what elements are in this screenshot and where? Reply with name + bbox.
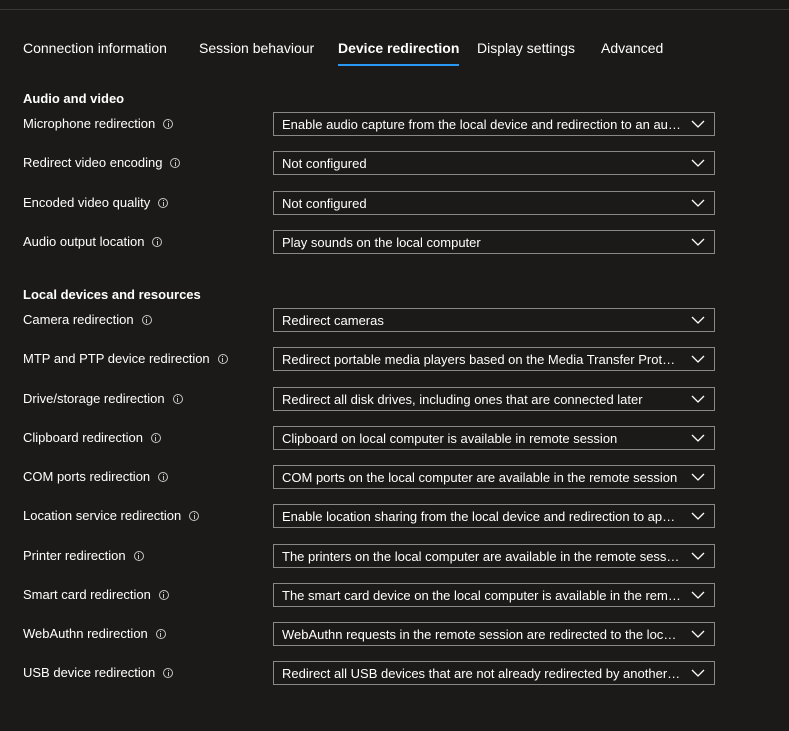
row-encoded-video-quality: Encoded video quality Not configured [0, 191, 789, 215]
tab-connection-information[interactable]: Connection information [23, 40, 167, 56]
usb-device-redirection-dropdown[interactable]: Redirect all USB devices that are not al… [273, 661, 715, 685]
row-smart-card-redirection: Smart card redirection The smart card de… [0, 583, 789, 607]
dropdown-value: WebAuthn requests in the remote session … [282, 627, 682, 642]
info-icon[interactable] [217, 353, 228, 364]
section-title-local-devices: Local devices and resources [23, 287, 201, 302]
tab-advanced[interactable]: Advanced [601, 40, 663, 56]
setting-label: Drive/storage redirection [23, 391, 165, 406]
dropdown-value: Not configured [282, 156, 367, 171]
setting-label: Smart card redirection [23, 587, 151, 602]
chevron-down-icon [691, 473, 705, 481]
info-icon[interactable] [163, 667, 174, 678]
chevron-down-icon [691, 355, 705, 363]
chevron-down-icon [691, 395, 705, 403]
info-icon[interactable] [172, 393, 183, 404]
row-mtp-ptp-redirection: MTP and PTP device redirection Redirect … [0, 347, 789, 371]
row-camera-redirection: Camera redirection Redirect cameras [0, 308, 789, 332]
chevron-down-icon [691, 159, 705, 167]
chevron-down-icon [691, 552, 705, 560]
info-icon[interactable] [141, 314, 152, 325]
encoded-video-quality-dropdown[interactable]: Not configured [273, 191, 715, 215]
smart-card-redirection-dropdown[interactable]: The smart card device on the local compu… [273, 583, 715, 607]
row-redirect-video-encoding: Redirect video encoding Not configured [0, 151, 789, 175]
setting-label: Audio output location [23, 234, 145, 249]
location-service-redirection-dropdown[interactable]: Enable location sharing from the local d… [273, 504, 715, 528]
info-icon[interactable] [189, 510, 200, 521]
info-icon[interactable] [155, 628, 166, 639]
dropdown-value: The smart card device on the local compu… [282, 588, 682, 603]
dropdown-value: Not configured [282, 196, 367, 211]
info-icon[interactable] [150, 432, 161, 443]
section-title-audio-video: Audio and video [23, 91, 125, 106]
top-divider [0, 9, 789, 10]
dropdown-value: Enable location sharing from the local d… [282, 509, 682, 524]
tab-session-behaviour[interactable]: Session behaviour [199, 40, 314, 56]
chevron-down-icon [691, 630, 705, 638]
setting-label: COM ports redirection [23, 469, 151, 484]
setting-label: Redirect video encoding [23, 155, 163, 170]
dropdown-value: Redirect all disk drives, including ones… [282, 392, 643, 407]
dropdown-value: Redirect all USB devices that are not al… [282, 666, 682, 681]
chevron-down-icon [691, 120, 705, 128]
info-icon[interactable] [158, 471, 169, 482]
com-ports-redirection-dropdown[interactable]: COM ports on the local computer are avai… [273, 465, 715, 489]
row-webauthn-redirection: WebAuthn redirection WebAuthn requests i… [0, 622, 789, 646]
redirect-video-encoding-dropdown[interactable]: Not configured [273, 151, 715, 175]
row-com-ports-redirection: COM ports redirection COM ports on the l… [0, 465, 789, 489]
info-icon[interactable] [133, 550, 144, 561]
info-icon[interactable] [163, 118, 174, 129]
dropdown-value: COM ports on the local computer are avai… [282, 470, 678, 485]
setting-label: Printer redirection [23, 548, 126, 563]
row-drive-storage-redirection: Drive/storage redirection Redirect all d… [0, 387, 789, 411]
tab-device-redirection[interactable]: Device redirection [338, 40, 460, 66]
drive-storage-redirection-dropdown[interactable]: Redirect all disk drives, including ones… [273, 387, 715, 411]
setting-label: Camera redirection [23, 312, 134, 327]
clipboard-redirection-dropdown[interactable]: Clipboard on local computer is available… [273, 426, 715, 450]
audio-output-location-dropdown[interactable]: Play sounds on the local computer [273, 230, 715, 254]
info-icon[interactable] [158, 197, 169, 208]
row-printer-redirection: Printer redirection The printers on the … [0, 544, 789, 568]
row-location-service-redirection: Location service redirection Enable loca… [0, 504, 789, 528]
dropdown-value: Play sounds on the local computer [282, 235, 481, 250]
webauthn-redirection-dropdown[interactable]: WebAuthn requests in the remote session … [273, 622, 715, 646]
chevron-down-icon [691, 434, 705, 442]
setting-label: Location service redirection [23, 508, 182, 523]
row-audio-output-location: Audio output location Play sounds on the… [0, 230, 789, 254]
row-microphone-redirection: Microphone redirection Enable audio capt… [0, 112, 789, 136]
setting-label: USB device redirection [23, 665, 156, 680]
mtp-ptp-redirection-dropdown[interactable]: Redirect portable media players based on… [273, 347, 715, 371]
setting-label: Microphone redirection [23, 116, 156, 131]
printer-redirection-dropdown[interactable]: The printers on the local computer are a… [273, 544, 715, 568]
microphone-redirection-dropdown[interactable]: Enable audio capture from the local devi… [273, 112, 715, 136]
row-clipboard-redirection: Clipboard redirection Clipboard on local… [0, 426, 789, 450]
dropdown-value: The printers on the local computer are a… [282, 549, 682, 564]
info-icon[interactable] [158, 589, 169, 600]
chevron-down-icon [691, 669, 705, 677]
camera-redirection-dropdown[interactable]: Redirect cameras [273, 308, 715, 332]
setting-label: WebAuthn redirection [23, 626, 148, 641]
dropdown-value: Redirect cameras [282, 313, 384, 328]
dropdown-value: Redirect portable media players based on… [282, 352, 682, 367]
chevron-down-icon [691, 199, 705, 207]
info-icon[interactable] [152, 236, 163, 247]
chevron-down-icon [691, 591, 705, 599]
chevron-down-icon [691, 512, 705, 520]
chevron-down-icon [691, 316, 705, 324]
info-icon[interactable] [170, 157, 181, 168]
row-usb-device-redirection: USB device redirection Redirect all USB … [0, 661, 789, 685]
tab-display-settings[interactable]: Display settings [477, 40, 575, 56]
dropdown-value: Clipboard on local computer is available… [282, 431, 618, 446]
chevron-down-icon [691, 238, 705, 246]
dropdown-value: Enable audio capture from the local devi… [282, 117, 682, 132]
setting-label: Encoded video quality [23, 195, 151, 210]
setting-label: Clipboard redirection [23, 430, 143, 445]
setting-label: MTP and PTP device redirection [23, 351, 210, 366]
